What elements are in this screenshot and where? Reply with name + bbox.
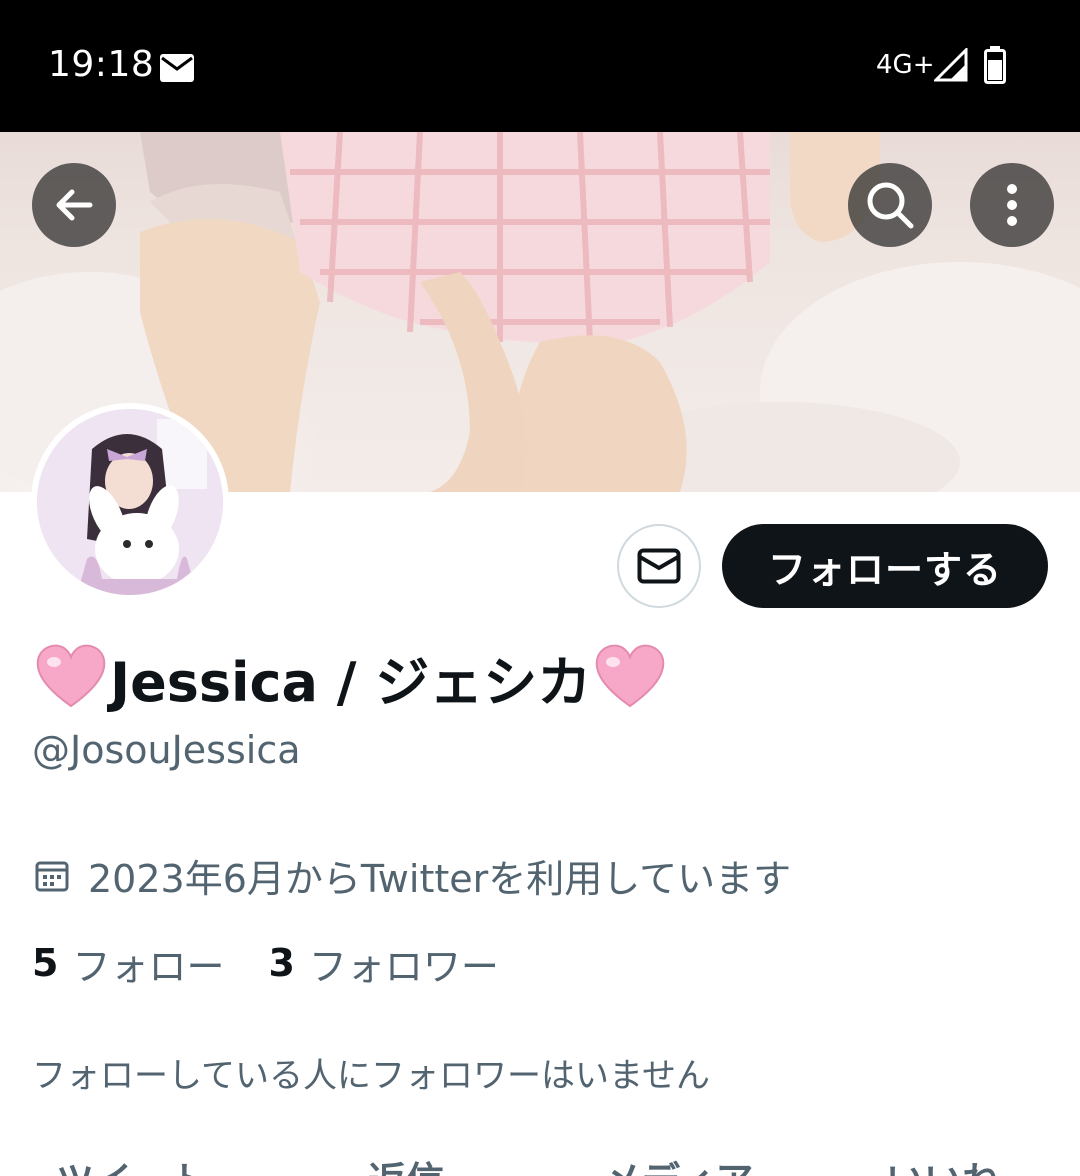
calendar-icon xyxy=(35,861,69,892)
signal-icon xyxy=(934,48,968,82)
status-time: 19:18 xyxy=(48,44,155,85)
display-name: Jessica / ジェシカ xyxy=(32,642,669,714)
tab-media[interactable]: メディア xyxy=(604,1150,753,1176)
tab-tweets[interactable]: ツイート xyxy=(56,1150,208,1176)
mail-icon xyxy=(160,54,194,82)
message-button[interactable] xyxy=(617,524,701,608)
follow-stats: 5 フォロー 3 フォロワー xyxy=(32,936,543,991)
avatar-image xyxy=(37,409,223,595)
more-options-button[interactable] xyxy=(970,163,1054,247)
search-icon xyxy=(867,182,914,229)
more-vertical-icon xyxy=(1007,184,1017,226)
profile-avatar[interactable] xyxy=(31,403,229,601)
following-label[interactable]: フォロー xyxy=(72,936,224,991)
following-count[interactable]: 5 xyxy=(32,941,58,985)
battery-icon xyxy=(984,46,1006,84)
mutual-followers-note: フォローしている人にフォロワーはいません xyxy=(32,1056,710,1096)
pink-heart-emoji xyxy=(596,644,665,708)
profile-tabs: ツイート 返信 メディア いいね xyxy=(0,1150,1080,1176)
tab-likes[interactable]: いいね xyxy=(886,1150,1000,1176)
follow-button[interactable]: フォローする xyxy=(722,524,1048,608)
followers-label[interactable]: フォロワー xyxy=(309,936,499,991)
search-button[interactable] xyxy=(848,163,932,247)
back-button[interactable] xyxy=(32,163,116,247)
joined-text: 2023年6月からTwitterを利用しています xyxy=(88,856,792,901)
tab-replies[interactable]: 返信 xyxy=(368,1150,444,1176)
user-handle: @JosouJessica xyxy=(32,728,301,772)
status-bar: 19:18 4G+ xyxy=(0,0,1080,132)
envelope-icon xyxy=(637,548,681,584)
followers-count[interactable]: 3 xyxy=(268,941,294,985)
pink-heart-emoji xyxy=(36,644,106,708)
arrow-left-icon xyxy=(56,189,93,221)
joined-date: 2023年6月からTwitterを利用しています xyxy=(34,850,792,901)
network-type: 4G+ xyxy=(876,50,935,80)
display-name-text: Jessica / ジェシカ xyxy=(110,650,592,714)
